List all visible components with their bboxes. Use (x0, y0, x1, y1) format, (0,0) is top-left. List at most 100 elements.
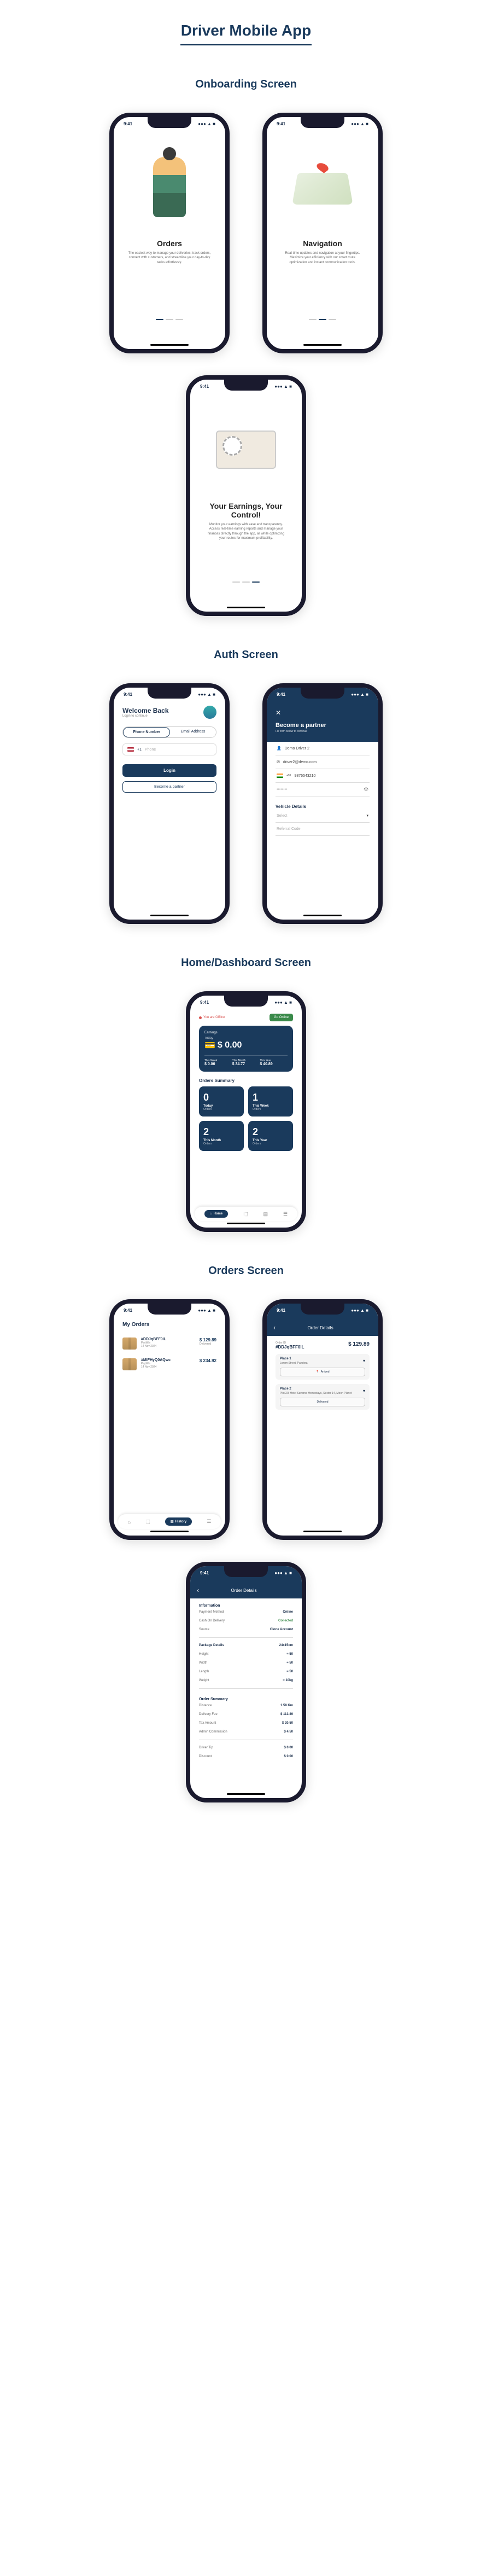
wallet-icon: 💳 (204, 1040, 215, 1051)
summary-grid: 0 Today Orders 1 This Week Orders 2 This… (199, 1086, 293, 1151)
nav-orders[interactable]: ⬚ (145, 1517, 150, 1526)
tab-phone[interactable]: Phone Number (123, 727, 170, 737)
status-icons: ●●● ▲ ■ (351, 1308, 368, 1313)
my-orders-title: My Orders (122, 1322, 216, 1328)
nav-home[interactable]: ⌂ Home (204, 1210, 228, 1218)
partner-subtitle: Fill form below to continue (276, 730, 370, 733)
vehicle-select[interactable]: Select ▾ (276, 809, 370, 823)
order-id: #MIFHyQ0AQwc (141, 1358, 195, 1362)
referral-field[interactable]: Referral Code (276, 823, 370, 836)
kv-commission: Admin Commission$ 4.50 (199, 1728, 293, 1736)
arrived-button[interactable]: 📍 Arrived (280, 1368, 365, 1376)
flag-icon[interactable] (127, 747, 134, 752)
email-value: driver2@demo.com (283, 760, 317, 764)
home-indicator[interactable] (150, 1531, 189, 1532)
nav-history[interactable]: ▤ History (165, 1517, 192, 1526)
onboard-title-2: Navigation (276, 239, 370, 248)
home-indicator[interactable] (150, 344, 189, 346)
onboard-desc-3: Monitor your earnings with ease and tran… (199, 522, 293, 541)
home-indicator[interactable] (303, 344, 342, 346)
progress-dots[interactable] (276, 319, 370, 320)
order-details-title: Order Details (307, 1325, 333, 1330)
kv-source: SourceClone Account (199, 1625, 293, 1634)
become-partner-button[interactable]: Become a partner (122, 781, 216, 793)
order-price: $ 234.92 (200, 1358, 216, 1363)
flag-in-icon[interactable] (277, 774, 283, 778)
notch (148, 117, 191, 128)
name-field[interactable]: 👤 Demo Driver 2 (276, 742, 370, 755)
today-label: Today (204, 1037, 288, 1040)
stop-1[interactable]: Place 1 Lorem Street, Pandora ▾ 📍 Arrive… (276, 1354, 370, 1380)
home-indicator[interactable] (150, 915, 189, 916)
tab-email[interactable]: Email Address (170, 727, 216, 737)
order-details-title: Order Details (231, 1588, 256, 1593)
section-home-title: Home/Dashboard Screen (0, 957, 492, 969)
phone-partner-form: 9:41 ●●● ▲ ■ ✕ Become a partner Fill for… (262, 683, 383, 924)
onboarding-row-2: 9:41 ●●● ▲ ■ Your Earnings, Your Control… (0, 375, 492, 616)
back-icon[interactable]: ‹ (273, 1324, 276, 1331)
phone-login: 9:41 ●●● ▲ ■ Welcome Back Login to conti… (109, 683, 230, 924)
phone-field[interactable]: +91 9876543210 (276, 769, 370, 783)
notch (301, 117, 344, 128)
history-icon: ▤ (171, 1520, 174, 1523)
notch (148, 688, 191, 699)
home-indicator[interactable] (227, 1223, 265, 1224)
nav-wallet[interactable]: ▤ (263, 1210, 268, 1218)
notch (224, 1566, 268, 1577)
home-indicator[interactable] (303, 915, 342, 916)
kv-width: Width≈ 50 (199, 1659, 293, 1667)
phone-input[interactable]: +1 Phone (122, 743, 216, 755)
login-method-tabs[interactable]: Phone Number Email Address (122, 726, 216, 738)
tile-year[interactable]: 2 This Year Orders (248, 1121, 293, 1151)
home-indicator[interactable] (303, 1531, 342, 1532)
tile-week[interactable]: 1 This Week Orders (248, 1086, 293, 1117)
go-online-button[interactable]: Go Online (270, 1014, 293, 1021)
order-date: 14 Nov 2024 (141, 1365, 195, 1369)
country-code[interactable]: +1 (137, 748, 142, 752)
kv-distance: Distance1.58 Km (199, 1701, 293, 1710)
home-indicator[interactable] (227, 1793, 265, 1795)
earnings-stats: This Week$ 0.00 This Month$ 34.77 This Y… (204, 1055, 288, 1066)
progress-dots[interactable] (199, 582, 293, 583)
nav-profile[interactable]: ☰ (283, 1210, 288, 1218)
bottom-nav: ⌂ ⬚ ▤ History ☰ (118, 1514, 221, 1529)
chevron-down-icon: ▾ (366, 813, 368, 818)
back-icon[interactable]: ‹ (197, 1586, 199, 1594)
nav-profile[interactable]: ☰ (207, 1517, 211, 1526)
tile-today[interactable]: 0 Today Orders (199, 1086, 244, 1117)
close-icon[interactable]: ✕ (276, 709, 370, 717)
stop-label: Place 2 (280, 1387, 365, 1391)
id-price-row: Order ID #DDJqBFF0IL $ 129.89 (276, 1341, 370, 1350)
onboarding-row-1: 9:41 ●●● ▲ ■ Orders The easiest way to m… (0, 113, 492, 353)
onboard-title-1: Orders (122, 239, 216, 248)
nav-orders[interactable]: ⬚ (243, 1210, 248, 1218)
auth-row: 9:41 ●●● ▲ ■ Welcome Back Login to conti… (0, 683, 492, 924)
order-date: 14 Nov 2024 (141, 1345, 195, 1348)
status-icons: ●●● ▲ ■ (198, 692, 215, 697)
phone-placeholder: Phone (145, 748, 156, 752)
eye-icon[interactable]: 👁 (364, 787, 368, 792)
chevron-down-icon[interactable]: ▾ (363, 1358, 365, 1363)
kv-payment: Payment MethodOnline (199, 1608, 293, 1616)
progress-dots[interactable] (122, 319, 216, 320)
kv-length: Length≈ 50 (199, 1667, 293, 1676)
tile-month[interactable]: 2 This Month Orders (199, 1121, 244, 1151)
nav-home[interactable]: ⌂ (128, 1517, 131, 1526)
password-field[interactable]: •••••••• 👁 (276, 783, 370, 796)
status-icons: ●●● ▲ ■ (274, 384, 292, 389)
order-status: Delivered (200, 1342, 216, 1346)
delivered-button[interactable]: Delivered (280, 1398, 365, 1406)
orders-summary-label: Orders Summary (199, 1078, 293, 1083)
status-time: 9:41 (124, 121, 132, 126)
stop-2[interactable]: Place 2 Plot 2/3 Hotel Savarna Homestays… (276, 1384, 370, 1410)
status-icons: ●●● ▲ ■ (274, 1000, 292, 1005)
home-indicator[interactable] (227, 607, 265, 608)
earnings-label: Earnings (204, 1031, 288, 1034)
amount-text: $ 0.00 (218, 1040, 242, 1050)
order-row-1[interactable]: #DDJqBFF0IL PayWin 14 Nov 2024 $ 129.89 … (122, 1333, 216, 1354)
information-heading: Information (199, 1604, 293, 1608)
order-row-2[interactable]: #MIFHyQ0AQwc PayWin 14 Nov 2024 $ 234.92 (122, 1354, 216, 1375)
chevron-down-icon[interactable]: ▾ (363, 1388, 365, 1393)
email-field[interactable]: ✉ driver2@demo.com (276, 755, 370, 769)
login-button[interactable]: Login (122, 764, 216, 777)
